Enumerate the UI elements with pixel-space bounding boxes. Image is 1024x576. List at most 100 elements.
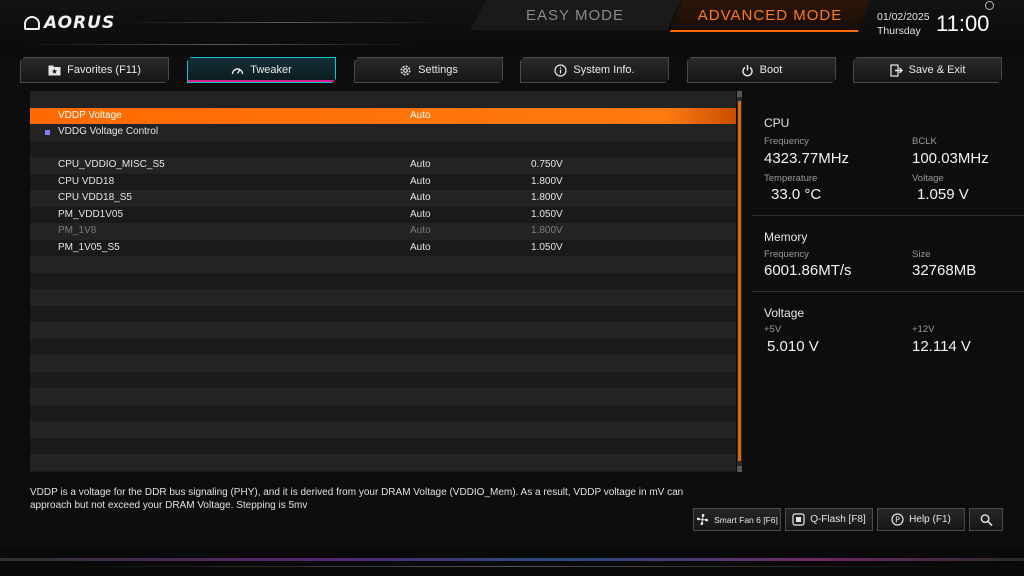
- help-button[interactable]: P Help (F1): [877, 508, 965, 531]
- setting-mode[interactable]: Auto: [410, 157, 431, 174]
- search-button[interactable]: [969, 508, 1003, 531]
- setting-mode: Auto: [410, 225, 431, 236]
- empty-row: [30, 289, 736, 306]
- main-tabs: Favorites (F11) Tweaker Settings System …: [20, 57, 1004, 83]
- voltage-5v-value: 5.010 V: [767, 338, 819, 355]
- setting-row-cpu-vdd18-s5[interactable]: CPU VDD18_S5 Auto 1.800V: [30, 190, 736, 207]
- settings-list: VDDP Voltage Auto VDDG Voltage Control C…: [30, 91, 736, 472]
- setting-mode[interactable]: Auto: [410, 240, 431, 257]
- gear-icon: [399, 65, 412, 76]
- q-flash-button[interactable]: Q-Flash [F8]: [785, 508, 873, 531]
- memory-frequency-value: 6001.86MT/s: [764, 262, 852, 279]
- aorus-logo: AORUS: [24, 12, 116, 34]
- cpu-frequency-value: 4323.77MHz: [764, 150, 850, 167]
- setting-row-cpu-vdd18[interactable]: CPU VDD18 Auto 1.800V: [30, 174, 736, 191]
- empty-row: [30, 405, 736, 422]
- advanced-mode-tab[interactable]: ADVANCED MODE: [670, 0, 870, 32]
- weekday-text: Thursday: [877, 25, 921, 37]
- scroll-up-arrow-icon[interactable]: [737, 91, 742, 97]
- cpu-section: CPU Frequency 4323.77MHz BCLK 100.03MHz …: [752, 100, 1024, 210]
- setting-name: CPU_VDDIO_MISC_S5: [58, 159, 165, 170]
- empty-row: [30, 306, 736, 323]
- list-spacer-row: [30, 91, 736, 108]
- tab-favorites[interactable]: Favorites (F11): [20, 57, 169, 83]
- voltage-5v-label: +5V: [764, 324, 782, 335]
- setting-value: 1.800V: [531, 192, 563, 203]
- star-folder-icon: [48, 65, 61, 76]
- setting-mode[interactable]: Auto: [410, 207, 431, 224]
- memory-size-label: Size: [912, 249, 931, 260]
- memory-frequency-label: Frequency: [764, 249, 809, 260]
- eagle-icon: [24, 16, 40, 30]
- voltage-12v-label: +12V: [912, 324, 935, 335]
- cpu-voltage-label: Voltage: [912, 173, 944, 184]
- header-streak: [20, 44, 420, 45]
- empty-row: [30, 339, 736, 356]
- easy-mode-tab[interactable]: EASY MODE: [470, 0, 680, 30]
- setting-name: CPU VDD18: [58, 175, 115, 187]
- scroll-down-arrow-icon[interactable]: [737, 466, 742, 472]
- bclk-value: 100.03MHz: [912, 150, 989, 167]
- list-scrollbar[interactable]: [737, 91, 742, 472]
- setting-name: PM_1V05_S5: [58, 241, 120, 253]
- setting-value: 0.750V: [531, 159, 563, 170]
- empty-row: [30, 322, 736, 339]
- setting-value: 1.050V: [531, 208, 563, 220]
- empty-row: [30, 388, 736, 405]
- empty-row: [30, 372, 736, 389]
- empty-row: [30, 454, 736, 471]
- tab-tweaker-label: Tweaker: [250, 64, 292, 76]
- cpu-voltage-value: 1.059 V: [917, 186, 969, 203]
- voltage-title: Voltage: [764, 306, 805, 320]
- setting-row-pm-1v05-s5[interactable]: PM_1V05_S5 Auto 1.050V: [30, 240, 736, 257]
- tab-boot[interactable]: Boot: [687, 57, 836, 83]
- fan-icon: [696, 513, 709, 526]
- info-icon: [554, 65, 567, 76]
- empty-row: [30, 421, 736, 438]
- brand-name: AORUS: [44, 13, 116, 33]
- scroll-thumb[interactable]: [738, 101, 741, 461]
- setting-row-cpu-vddio-misc-s5[interactable]: CPU_VDDIO_MISC_S5 Auto 0.750V: [30, 157, 736, 174]
- bottom-decoration: [0, 548, 1024, 576]
- q-flash-label: Q-Flash [F8]: [810, 514, 866, 525]
- setting-mode[interactable]: Auto: [410, 190, 431, 207]
- tab-system-info[interactable]: System Info.: [520, 57, 669, 83]
- empty-row: [30, 256, 736, 273]
- smart-fan-button[interactable]: Smart Fan 6 [F6]: [693, 508, 781, 531]
- exit-icon: [890, 65, 903, 76]
- smart-fan-label: Smart Fan 6 [F6]: [714, 514, 778, 525]
- tab-settings[interactable]: Settings: [354, 57, 503, 83]
- tab-tweaker[interactable]: Tweaker: [187, 57, 336, 83]
- tab-save-exit[interactable]: Save & Exit: [853, 57, 1002, 83]
- chip-icon: [792, 513, 805, 526]
- tab-settings-label: Settings: [418, 64, 458, 76]
- top-bar: AORUS EASY MODE ADVANCED MODE 01/02/2025…: [0, 0, 1024, 54]
- empty-row: [30, 273, 736, 290]
- cpu-title: CPU: [764, 116, 790, 130]
- cpu-temperature-value: 33.0 °C: [771, 186, 822, 203]
- setting-mode[interactable]: Auto: [410, 108, 431, 125]
- decor-stripe: [0, 558, 1024, 561]
- setting-value: 1.050V: [531, 241, 563, 253]
- setting-row-vddp-voltage[interactable]: VDDP Voltage Auto: [30, 107, 736, 125]
- empty-row: [30, 355, 736, 372]
- setting-name: CPU VDD18_S5: [58, 192, 132, 203]
- setting-row-pm-vdd1v05[interactable]: PM_VDD1V05 Auto 1.050V: [30, 207, 736, 224]
- memory-title: Memory: [764, 230, 808, 244]
- setting-mode[interactable]: Auto: [410, 174, 431, 191]
- settings-dot-icon[interactable]: [985, 1, 994, 10]
- setting-name: VDDP Voltage: [58, 109, 122, 121]
- list-spacer-row: [30, 141, 736, 158]
- date-display: 01/02/2025 Thursday: [877, 10, 930, 38]
- setting-value: 1.800V: [531, 225, 563, 236]
- setting-name: PM_VDD1V05: [58, 208, 124, 220]
- clock: 11:00: [936, 11, 990, 36]
- help-circle-icon: P: [891, 513, 904, 526]
- tab-favorites-label: Favorites (F11): [67, 64, 141, 76]
- setting-row-pm-1v8: PM_1V8 Auto 1.800V: [30, 223, 736, 240]
- submenu-bullet-icon: [45, 130, 50, 135]
- setting-name: VDDG Voltage Control: [58, 126, 159, 137]
- help-label: Help (F1): [909, 514, 951, 525]
- setting-row-vddg-voltage-control[interactable]: VDDG Voltage Control: [30, 124, 736, 141]
- voltage-12v-value: 12.114 V: [912, 338, 971, 355]
